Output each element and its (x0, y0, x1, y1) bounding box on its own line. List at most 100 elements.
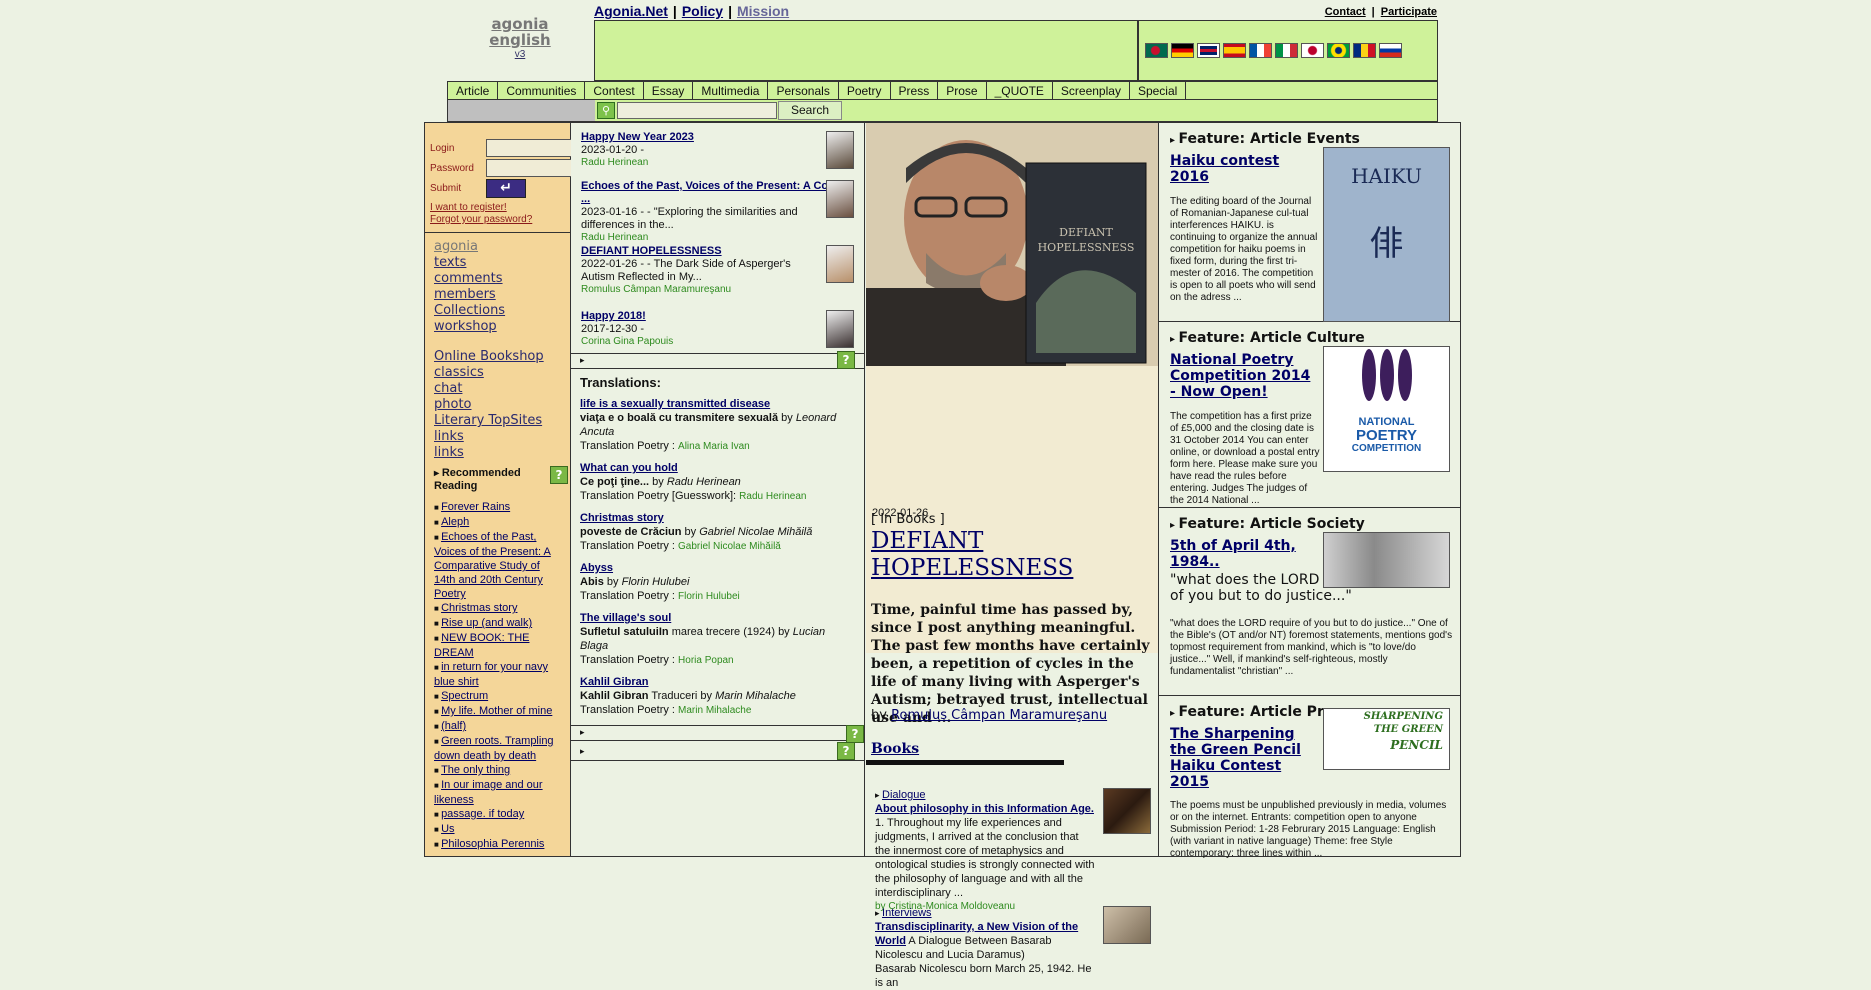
recommended-link[interactable]: in return for your navy blue shirt (434, 661, 548, 688)
menu-item-special[interactable]: Special (1130, 82, 1187, 99)
feature-title-link[interactable]: Haiku contest 2016 (1170, 153, 1320, 185)
sidebar-link-texts[interactable]: texts (434, 255, 561, 271)
flag-france-icon[interactable] (1249, 43, 1272, 58)
login-input[interactable] (486, 139, 572, 157)
featured-photo[interactable]: DEFIANT HOPELESSNESS (866, 123, 1158, 366)
news-thumbnail[interactable] (826, 131, 854, 169)
nav-mission-link[interactable]: Mission (737, 3, 789, 19)
article-kind-link[interactable]: Interviews (882, 907, 932, 919)
participate-link[interactable]: Participate (1381, 6, 1437, 18)
translation-title-link[interactable]: What can you hold (580, 462, 678, 474)
sidebar-link-photo[interactable]: photo (434, 397, 561, 413)
recommended-link[interactable]: Christmas story (441, 602, 517, 614)
help-icon[interactable]: ? (837, 742, 855, 760)
nav-home-link[interactable]: Agonia.Net (594, 3, 668, 19)
article-thumbnail[interactable] (1103, 788, 1151, 834)
logo-version[interactable]: v3 (515, 49, 526, 60)
sidebar-link-links[interactable]: links (434, 429, 561, 445)
recommended-link[interactable]: Aleph (441, 516, 469, 528)
sidebar-link-members[interactable]: members (434, 287, 561, 303)
translation-title-link[interactable]: The village's soul (580, 612, 671, 624)
news-title-link[interactable]: Happy New Year 2023 (581, 131, 694, 143)
password-input[interactable] (486, 159, 572, 177)
logo-agonia[interactable]: agonia (470, 16, 570, 32)
search-input[interactable] (617, 102, 777, 119)
news-title-link[interactable]: Happy 2018! (581, 310, 646, 322)
sidebar-link-workshop[interactable]: workshop (434, 319, 561, 335)
contact-link[interactable]: Contact (1325, 6, 1366, 18)
recommended-link[interactable]: Spectrum (441, 690, 488, 702)
menu-item-communities[interactable]: Communities (498, 82, 586, 99)
recommended-link[interactable]: Forever Rains (441, 501, 510, 513)
news-title-link[interactable]: DEFIANT HOPELESSNESS (581, 245, 722, 257)
article-thumbnail[interactable] (1103, 906, 1151, 944)
sidebar-link-literary-topsites[interactable]: Literary TopSites (434, 413, 561, 429)
books-section-link[interactable]: Books (871, 741, 919, 757)
recommended-link[interactable]: Philosophia Perennis (441, 838, 544, 850)
flag-bangladesh-icon[interactable] (1145, 43, 1168, 58)
society-image[interactable] (1323, 532, 1450, 588)
menu-item-contest[interactable]: Contest (585, 82, 644, 99)
recommended-link[interactable]: NEW BOOK: THE DREAM (434, 632, 529, 659)
recommended-link[interactable]: Rise up (and walk) (441, 617, 532, 629)
flag-spain-icon[interactable] (1223, 43, 1246, 58)
sidebar-link-links[interactable]: links (434, 445, 561, 461)
logo-english[interactable]: english (470, 32, 570, 48)
recommended-link[interactable]: (half) (441, 720, 466, 732)
menu-item-article[interactable]: Article (448, 82, 499, 99)
nav-policy-link[interactable]: Policy (682, 3, 723, 19)
recommended-link[interactable]: Us (441, 823, 454, 835)
help-icon[interactable]: ? (837, 351, 855, 369)
menu-item-screenplay[interactable]: Screenplay (1053, 82, 1130, 99)
feature-title-link[interactable]: National Poetry Competition 2014 - Now O… (1170, 352, 1320, 400)
menu-item-prose[interactable]: Prose (938, 82, 987, 99)
recommended-link[interactable]: Green roots. Trampling down death by dea… (434, 735, 554, 762)
translation-title-link[interactable]: life is a sexually transmitted disease (580, 398, 770, 410)
flag-russia-icon[interactable] (1379, 43, 1402, 58)
flag-germany-icon[interactable] (1171, 43, 1194, 58)
flag-brazil-icon[interactable] (1327, 43, 1350, 58)
featured-author-link[interactable]: Romulus Câmpan Maramureşanu (891, 708, 1107, 723)
search-button[interactable]: Search (778, 101, 842, 120)
flag-japan-icon[interactable] (1301, 43, 1324, 58)
poetry-competition-image[interactable]: NATIONAL POETRY COMPETITION (1323, 346, 1450, 472)
haiku-cover-image[interactable]: HAIKU 俳 (1323, 147, 1450, 322)
translation-title-link[interactable]: Christmas story (580, 512, 664, 524)
feature-title-link[interactable]: The Sharpening the Green Pencil Haiku Co… (1170, 726, 1320, 790)
sidebar-link-collections[interactable]: Collections (434, 303, 561, 319)
news-thumbnail[interactable] (826, 180, 854, 218)
sidebar-link-chat[interactable]: chat (434, 381, 561, 397)
menu-item-personals[interactable]: Personals (768, 82, 839, 99)
sidebar-link-agonia[interactable]: agonia (434, 239, 561, 255)
recommended-link[interactable]: passage. if today (441, 808, 524, 820)
recommended-link[interactable]: The only thing (441, 764, 510, 776)
article-title-link[interactable]: About philosophy in this Information Age… (875, 803, 1094, 815)
recommended-link[interactable]: My life. Mother of mine (441, 705, 552, 717)
flag-romania-icon[interactable] (1353, 43, 1376, 58)
flag-uk-icon[interactable] (1197, 43, 1220, 58)
recommended-link[interactable]: Echoes of the Past, Voices of the Presen… (434, 531, 551, 600)
menu-item-poetry[interactable]: Poetry (839, 82, 891, 99)
sidebar-link-online-bookshop[interactable]: Online Bookshop (434, 349, 561, 365)
help-icon[interactable]: ? (846, 725, 864, 743)
recommended-link[interactable]: In our image and our likeness (434, 779, 543, 806)
news-title-link[interactable]: Echoes of the Past, Voices of the Presen… (581, 180, 851, 205)
news-thumbnail[interactable] (826, 245, 854, 283)
menu-item-quote[interactable]: _QUOTE (987, 82, 1053, 99)
sidebar-link-classics[interactable]: classics (434, 365, 561, 381)
menu-item-essay[interactable]: Essay (644, 82, 694, 99)
translation-title-link[interactable]: Abyss (580, 562, 613, 574)
menu-item-press[interactable]: Press (891, 82, 939, 99)
featured-title[interactable]: DEFIANT HOPELESSNESS (871, 528, 1151, 582)
sidebar-link-comments[interactable]: comments (434, 271, 561, 287)
submit-button[interactable]: ↵ (486, 179, 526, 198)
flag-italy-icon[interactable] (1275, 43, 1298, 58)
green-pencil-image[interactable]: SHARPENING THE GREEN PENCIL (1323, 708, 1450, 770)
forgot-password-link[interactable]: Forgot your password? (430, 214, 532, 225)
menu-item-multimedia[interactable]: Multimedia (693, 82, 769, 99)
register-link[interactable]: I want to register! (430, 202, 507, 213)
news-thumbnail[interactable] (826, 310, 854, 348)
site-logo[interactable]: agonia english v3 (470, 16, 570, 60)
article-kind-link[interactable]: Dialogue (882, 789, 925, 801)
search-icon[interactable]: ⚲ (597, 102, 615, 119)
